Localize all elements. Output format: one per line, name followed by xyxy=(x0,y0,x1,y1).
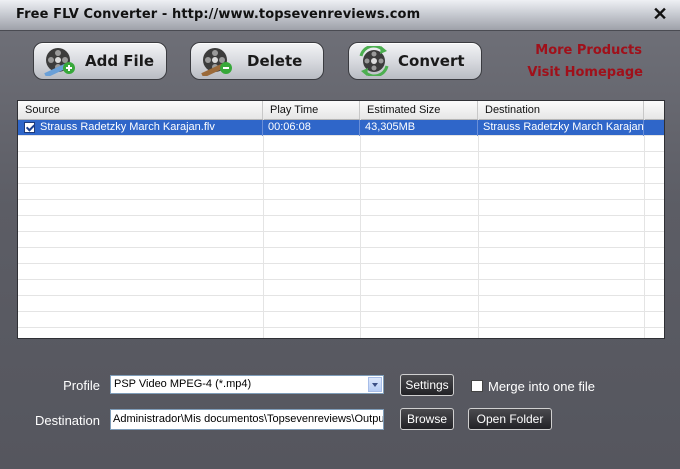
profile-select[interactable]: PSP Video MPEG-4 (*.mp4) xyxy=(110,375,384,394)
cell-destination: Strauss Radetzky March Karajan.mp4 xyxy=(478,120,644,136)
merge-checkbox[interactable] xyxy=(471,380,483,392)
source-filename: Strauss Radetzky March Karajan.flv xyxy=(40,121,215,133)
empty-row xyxy=(18,184,664,200)
table-row[interactable]: Strauss Radetzky March Karajan.flv 00:06… xyxy=(18,120,664,136)
profile-value: PSP Video MPEG-4 (*.mp4) xyxy=(114,378,252,390)
column-header-source[interactable]: Source xyxy=(18,101,263,119)
empty-row xyxy=(18,296,664,312)
visit-homepage-link[interactable]: Visit Homepage xyxy=(527,65,643,80)
empty-row xyxy=(18,152,664,168)
destination-field[interactable]: Administrador\Mis documentos\Topsevenrev… xyxy=(110,409,384,430)
settings-button[interactable]: Settings xyxy=(400,374,454,396)
destination-label: Destination xyxy=(34,413,100,428)
cell-source: Strauss Radetzky March Karajan.flv xyxy=(18,120,263,136)
file-list-table[interactable]: Source Play Time Estimated Size Destinat… xyxy=(17,100,665,339)
cell-estimated-size: 43,305MB xyxy=(360,120,478,136)
delete-label: Delete xyxy=(247,52,303,70)
column-header-destination[interactable]: Destination xyxy=(478,101,644,119)
cell-play-time: 00:06:08 xyxy=(263,120,360,136)
chevron-down-icon[interactable] xyxy=(368,377,382,392)
open-folder-button[interactable]: Open Folder xyxy=(468,408,552,430)
browse-button[interactable]: Browse xyxy=(400,408,454,430)
column-header-play-time[interactable]: Play Time xyxy=(263,101,360,119)
delete-button[interactable]: Delete xyxy=(190,42,324,80)
row-checkbox[interactable] xyxy=(24,122,35,133)
empty-row xyxy=(18,280,664,296)
film-reel-remove-icon xyxy=(201,48,232,76)
convert-label: Convert xyxy=(398,52,465,70)
column-header-estimated-size[interactable]: Estimated Size xyxy=(360,101,478,119)
window-title: Free FLV Converter - http://www.topseven… xyxy=(16,7,421,22)
convert-button[interactable]: Convert xyxy=(348,42,482,80)
close-button[interactable]: ✕ xyxy=(650,4,670,24)
empty-row xyxy=(18,216,664,232)
empty-row xyxy=(18,248,664,264)
empty-row xyxy=(18,312,664,328)
empty-row xyxy=(18,200,664,216)
empty-row xyxy=(18,136,664,152)
table-header: Source Play Time Estimated Size Destinat… xyxy=(18,101,664,120)
empty-row xyxy=(18,168,664,184)
merge-label: Merge into one file xyxy=(488,379,595,394)
column-header-filler xyxy=(644,101,664,119)
add-file-label: Add File xyxy=(85,52,155,70)
empty-row xyxy=(18,232,664,248)
add-file-button[interactable]: Add File xyxy=(33,42,167,80)
convert-arrows-icon xyxy=(359,46,389,76)
more-products-link[interactable]: More Products xyxy=(535,43,642,58)
empty-row xyxy=(18,264,664,280)
profile-label: Profile xyxy=(63,378,100,393)
film-reel-add-icon xyxy=(44,48,75,76)
title-bar: Free FLV Converter - http://www.topseven… xyxy=(0,0,680,31)
